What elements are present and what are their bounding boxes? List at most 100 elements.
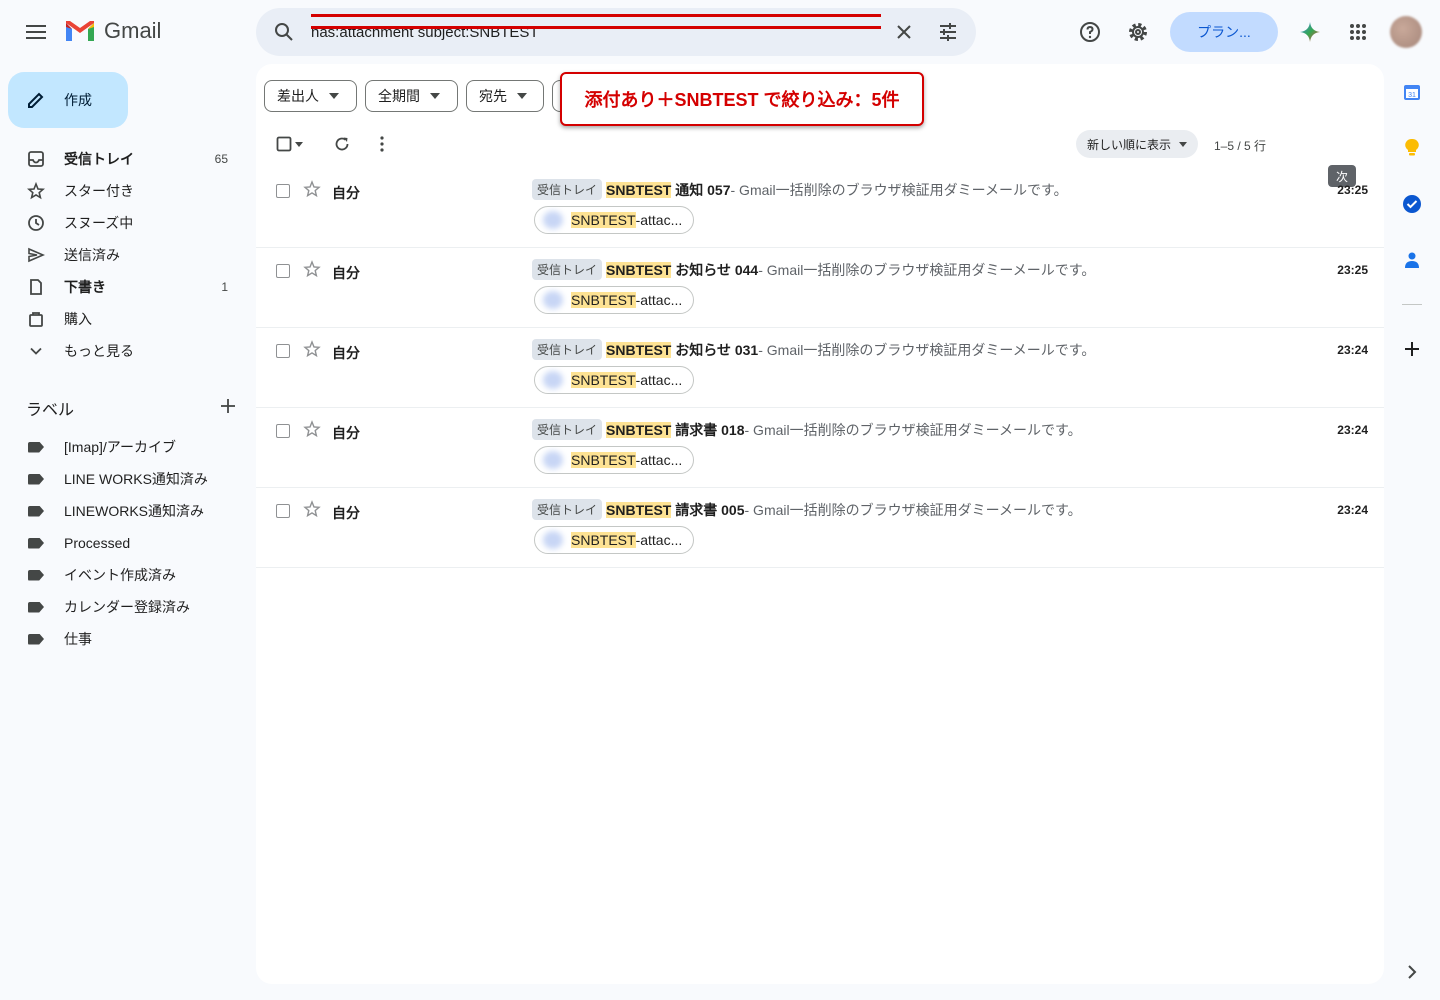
subject-text: 請求書 018: [675, 421, 745, 438]
chip-label: 宛先: [479, 88, 507, 104]
sidebar-item-sent[interactable]: 送信済み: [0, 239, 256, 271]
table-row[interactable]: 自分 受信トレイ SNBTEST 請求書 018 - Gmail一括削除のブラウ…: [256, 408, 1384, 488]
label-item[interactable]: カレンダー登録済み: [0, 591, 256, 623]
label-name: イベント作成済み: [64, 567, 176, 583]
gemini-sparkle-icon[interactable]: [1294, 16, 1326, 48]
row-checkbox[interactable]: [276, 344, 290, 358]
attachment-chip[interactable]: SNBTEST -attac...: [534, 526, 694, 554]
subject-text: お知らせ 044: [675, 261, 759, 278]
attachment-chip[interactable]: SNBTEST -attac...: [534, 366, 694, 394]
table-row[interactable]: 自分 受信トレイ SNBTEST 通知 057 - Gmail一括削除のブラウザ…: [256, 168, 1384, 248]
inbox-badge[interactable]: 受信トレイ: [532, 259, 603, 280]
annotation-callout: 添付あり＋SNBTEST で絞り込み：5件: [560, 72, 924, 126]
star-icon[interactable]: [302, 259, 322, 279]
clear-search-icon[interactable]: [892, 20, 916, 44]
filter-chip-date[interactable]: 全期間: [365, 80, 458, 112]
row-checkbox[interactable]: [276, 424, 290, 438]
calendar-icon[interactable]: 31: [1400, 80, 1424, 104]
highlighted-term: SNBTEST: [606, 181, 672, 198]
attachment-chip[interactable]: SNBTEST -attac...: [534, 446, 694, 474]
filter-chip-to[interactable]: 宛先: [466, 80, 544, 112]
help-icon[interactable]: [1074, 16, 1106, 48]
snippet: - Gmail一括削除のブラウザ検証用ダミーメールです。: [744, 421, 1082, 438]
sidebar-item-label: 下書き: [64, 279, 106, 295]
table-row[interactable]: 自分 受信トレイ SNBTEST お知らせ 044 - Gmail一括削除のブラ…: [256, 248, 1384, 328]
label-item[interactable]: Processed: [0, 527, 256, 559]
more-options-icon[interactable]: [370, 132, 394, 156]
subject-line: 受信トレイ SNBTEST お知らせ 044 - Gmail一括削除のブラウザ検…: [532, 259, 1095, 280]
search-options-icon[interactable]: [936, 20, 960, 44]
gmail-m-icon: [66, 21, 94, 41]
sidebar-item-label: 受信トレイ: [64, 151, 134, 167]
sidebar-item-label: 購入: [64, 311, 92, 327]
sidebar-item-starred[interactable]: スター付き: [0, 175, 256, 207]
sidebar-item-purchases[interactable]: 購入: [0, 303, 256, 335]
draft-count: 1: [221, 280, 228, 294]
attachment-chip[interactable]: SNBTEST -attac...: [534, 206, 694, 234]
subject: 通知 057: [671, 180, 730, 200]
row-checkbox[interactable]: [276, 504, 290, 518]
plan-button[interactable]: プラン...: [1170, 12, 1278, 52]
sidebar-item-label: 送信済み: [64, 247, 120, 263]
star-icon[interactable]: [302, 339, 322, 359]
gmail-logo[interactable]: Gmail: [64, 18, 161, 44]
star-icon[interactable]: [302, 499, 322, 519]
keep-lightbulb-icon[interactable]: [1400, 136, 1424, 160]
sidebar-item-more[interactable]: もっと見る: [0, 335, 256, 367]
attachment-icon: [543, 371, 563, 389]
sidebar-item-drafts[interactable]: 下書き 1: [0, 271, 256, 303]
row-checkbox[interactable]: [276, 264, 290, 278]
add-label-icon[interactable]: [220, 398, 236, 419]
sort-order-button[interactable]: 新しい順に表示: [1076, 130, 1198, 158]
select-dropdown-icon[interactable]: [292, 132, 306, 156]
highlighted-term: SNBTEST: [606, 261, 672, 278]
label-name: [Imap]/アーカイブ: [64, 439, 176, 455]
search-icon[interactable]: [272, 20, 296, 44]
label-item[interactable]: [Imap]/アーカイブ: [0, 431, 256, 463]
compose-button[interactable]: 作成: [8, 72, 128, 128]
star-icon: [26, 181, 46, 201]
search-bar[interactable]: [256, 8, 976, 56]
inbox-badge[interactable]: 受信トレイ: [532, 179, 603, 200]
star-icon[interactable]: [302, 419, 322, 439]
label-item[interactable]: 仕事: [0, 623, 256, 655]
main-menu-icon[interactable]: [20, 16, 52, 48]
subject: 請求書 018: [671, 420, 744, 440]
inbox-badge[interactable]: 受信トレイ: [532, 339, 603, 360]
apps-grid-icon[interactable]: [1342, 16, 1374, 48]
snippet: - Gmail一括削除のブラウザ検証用ダミーメールです。: [758, 341, 1096, 358]
star-icon[interactable]: [302, 179, 322, 199]
label-name: Processed: [64, 535, 131, 551]
search-input[interactable]: [311, 22, 871, 42]
refresh-icon[interactable]: [330, 132, 354, 156]
sender: 自分: [332, 265, 360, 281]
mail-panel: 差出人 全期間 宛先 添付あり＋SNBTEST で絞り込み：5件 新しい順に表示…: [256, 64, 1384, 984]
label-item[interactable]: イベント作成済み: [0, 559, 256, 591]
label-tag-icon: [28, 441, 44, 453]
tasks-check-icon[interactable]: [1400, 192, 1424, 216]
contacts-person-icon[interactable]: [1400, 248, 1424, 272]
add-addon-icon[interactable]: [1400, 337, 1424, 361]
account-avatar[interactable]: [1390, 16, 1422, 48]
label-tag-icon: [28, 569, 44, 581]
attachment-chip[interactable]: SNBTEST -attac...: [534, 286, 694, 314]
clock-icon: [26, 213, 46, 233]
inbox-badge[interactable]: 受信トレイ: [532, 499, 603, 520]
row-checkbox[interactable]: [276, 184, 290, 198]
label-list: [Imap]/アーカイブ LINE WORKS通知済み LINEWORKS通知済…: [0, 431, 256, 655]
settings-gear-icon[interactable]: [1122, 16, 1154, 48]
sidebar-item-inbox[interactable]: 受信トレイ 65: [0, 143, 256, 175]
chevron-right-icon[interactable]: [1400, 960, 1424, 984]
sidebar-item-label: スヌーズ中: [64, 215, 134, 231]
sidebar-item-snoozed[interactable]: スヌーズ中: [0, 207, 256, 239]
inbox-badge[interactable]: 受信トレイ: [532, 419, 603, 440]
filter-chip-from[interactable]: 差出人: [264, 80, 357, 112]
table-row[interactable]: 自分 受信トレイ SNBTEST お知らせ 031 - Gmail一括削除のブラ…: [256, 328, 1384, 408]
label-item[interactable]: LINE WORKS通知済み: [0, 463, 256, 495]
label-item[interactable]: LINEWORKS通知済み: [0, 495, 256, 527]
subject-line: 受信トレイ SNBTEST 請求書 005 - Gmail一括削除のブラウザ検証…: [532, 499, 1082, 520]
top-bar: Gmail プラン...: [0, 0, 1440, 64]
table-row[interactable]: 自分 受信トレイ SNBTEST 請求書 005 - Gmail一括削除のブラウ…: [256, 488, 1384, 568]
subject: お知らせ 031: [671, 340, 758, 360]
sidebar-item-label: もっと見る: [64, 343, 134, 359]
